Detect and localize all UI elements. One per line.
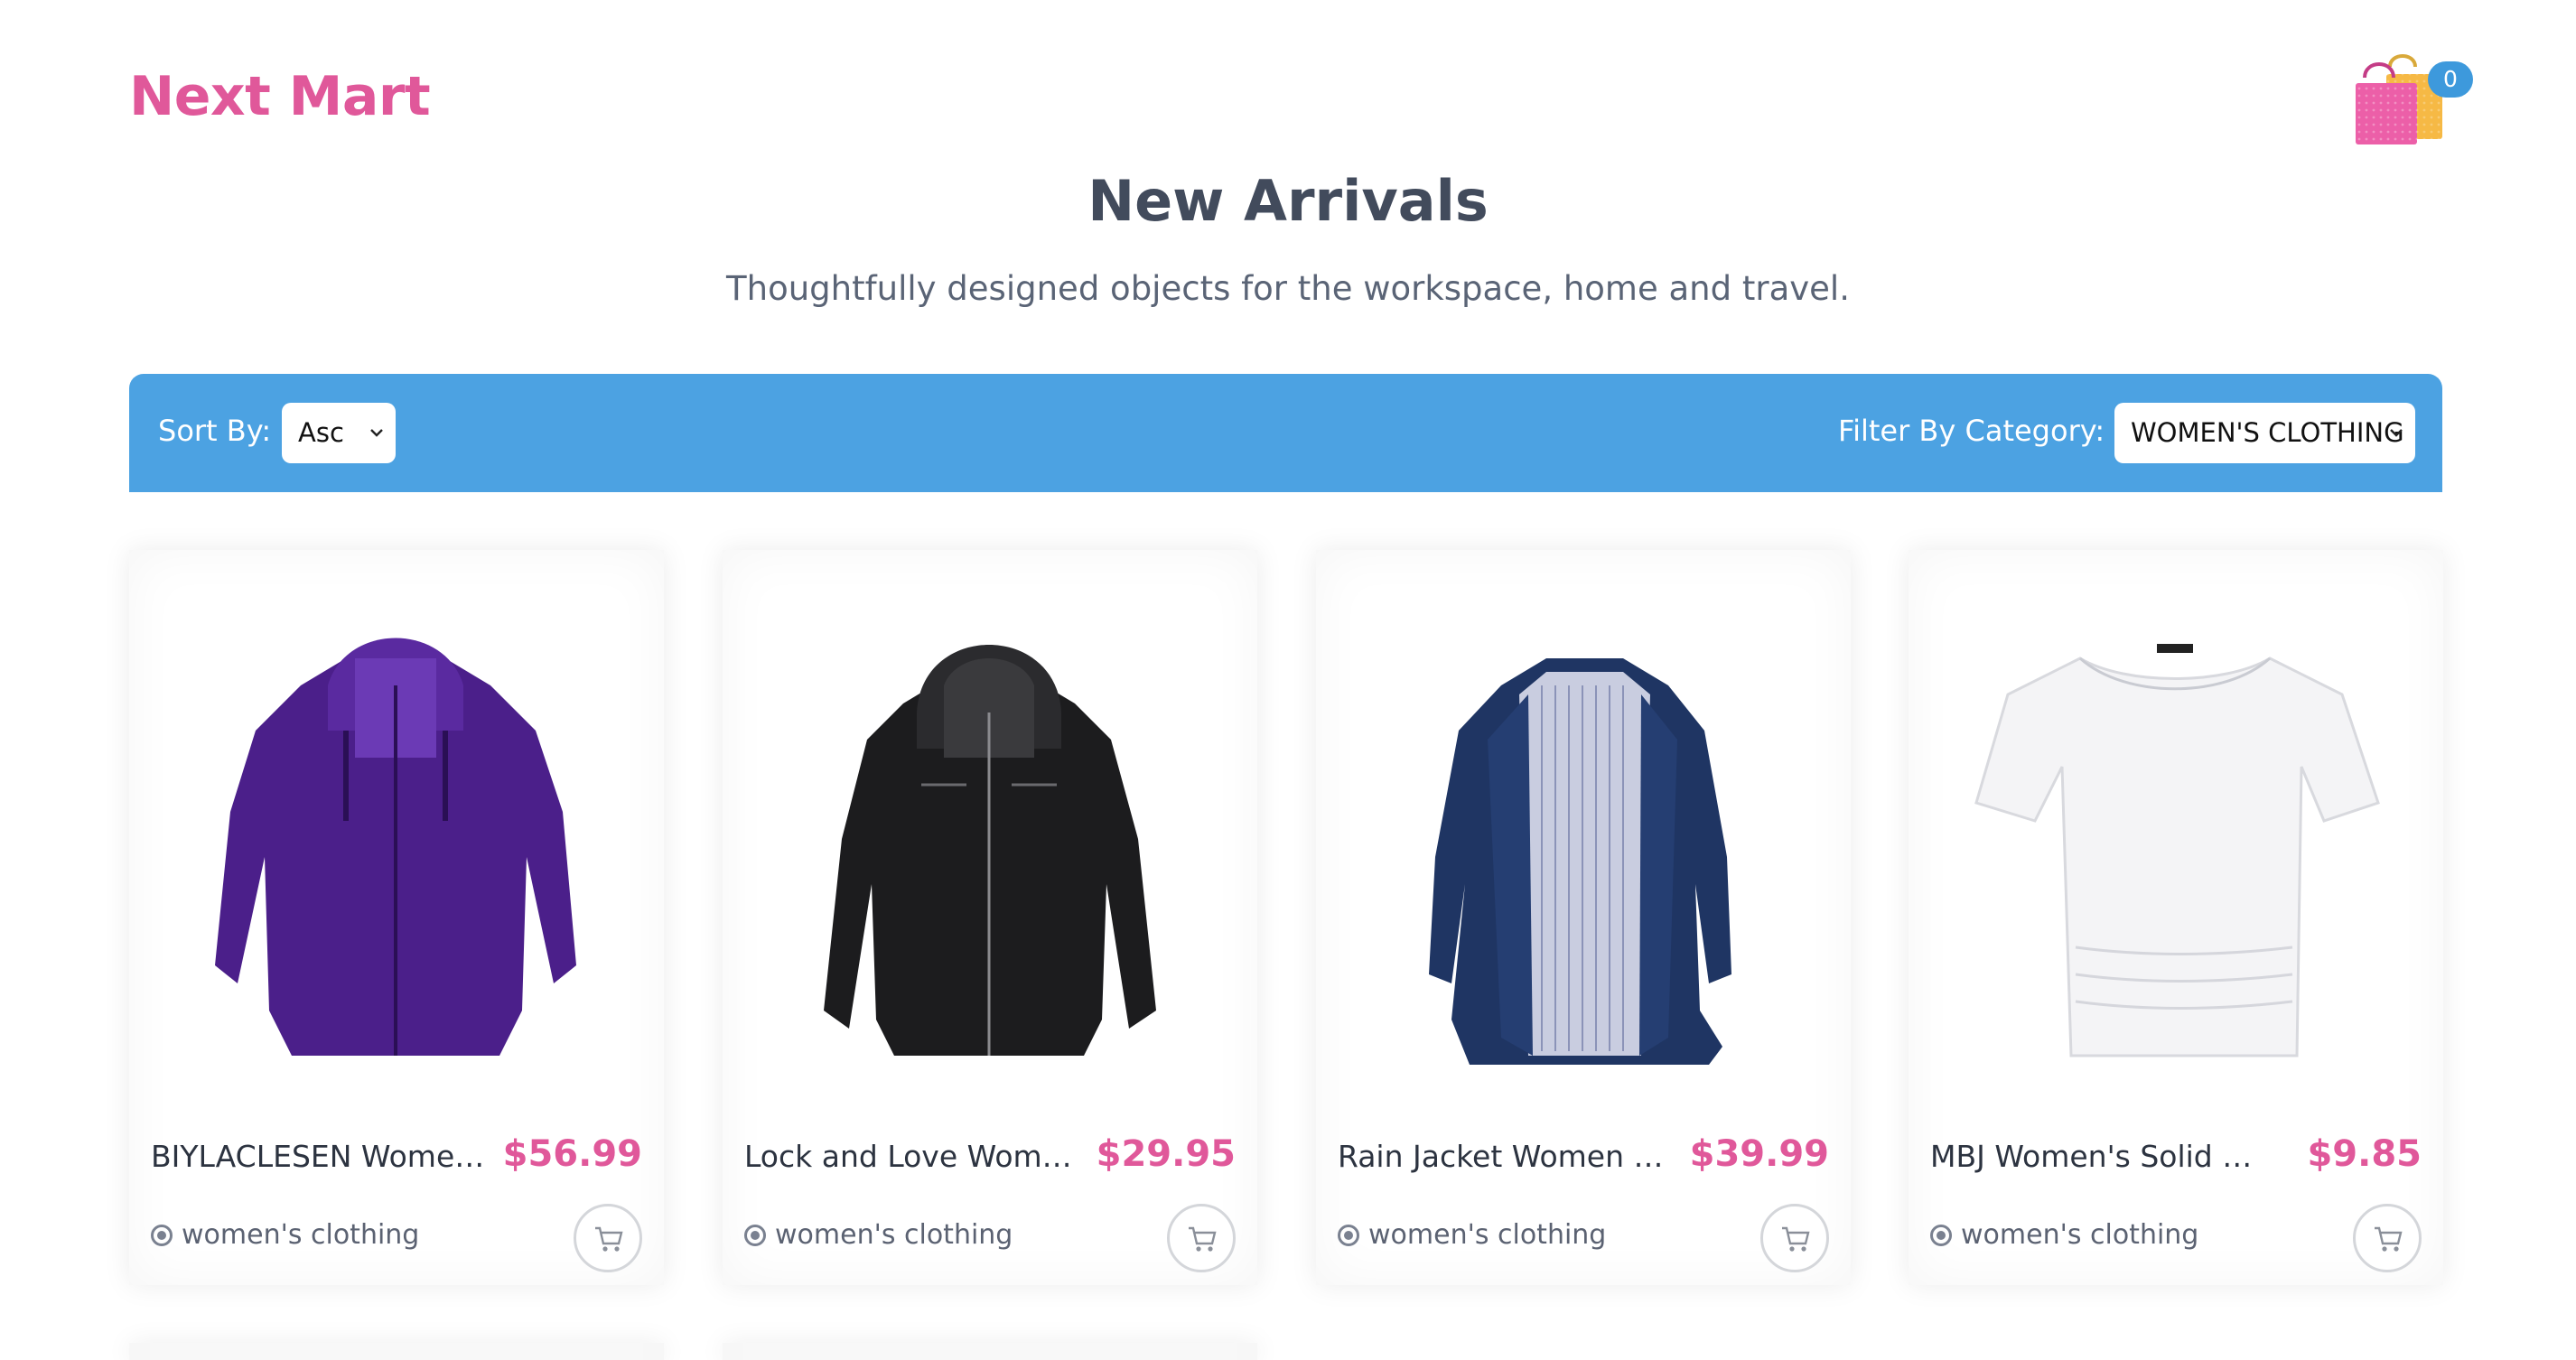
- product-image: [1974, 644, 2380, 1057]
- product-title[interactable]: MBJ Women's Solid Sh...: [1930, 1139, 2264, 1174]
- cart-icon: [595, 1226, 623, 1252]
- sort-select[interactable]: Asc: [282, 403, 396, 463]
- product-title[interactable]: BIYLACLESEN Women's ...: [151, 1139, 485, 1174]
- product-card[interactable]: Rain Jacket Women Wi... $39.99 women's c…: [1316, 550, 1851, 1285]
- cart-count-badge: 0: [2428, 61, 2473, 98]
- radio-dot-icon: [1930, 1225, 1952, 1246]
- product-title[interactable]: Lock and Love Women'...: [744, 1139, 1078, 1174]
- product-image: [215, 638, 576, 1056]
- product-price: $39.99: [1689, 1133, 1829, 1175]
- product-card[interactable]: [129, 1343, 664, 1360]
- product-price: $9.85: [2307, 1133, 2422, 1175]
- cart-icon: [1782, 1226, 1810, 1252]
- product-category: women's clothing: [1930, 1219, 2198, 1251]
- radio-dot-icon: [1338, 1225, 1359, 1246]
- cart-icon: [2375, 1226, 2403, 1252]
- chevron-down-icon: [370, 429, 383, 437]
- product-price: $56.99: [502, 1133, 642, 1175]
- product-image: [824, 645, 1156, 1056]
- chevron-down-icon: [2390, 429, 2403, 437]
- product-card[interactable]: Lock and Love Women'... $29.95 women's c…: [723, 550, 1257, 1285]
- category-select[interactable]: WOMEN'S CLOTHING: [2114, 403, 2415, 463]
- radio-dot-icon: [151, 1225, 173, 1246]
- product-card[interactable]: [723, 1343, 1257, 1360]
- product-category-label: women's clothing: [1961, 1219, 2199, 1251]
- product-image: [1429, 658, 1731, 1065]
- add-to-cart-button[interactable]: [2353, 1204, 2422, 1272]
- cart-button[interactable]: 0: [2350, 51, 2473, 144]
- product-category: women's clothing: [744, 1219, 1013, 1251]
- brand-logo[interactable]: Next Mart: [129, 65, 431, 128]
- product-card[interactable]: BIYLACLESEN Women's ... $56.99 women's c…: [129, 550, 664, 1285]
- filter-toolbar: Sort By: Asc Filter By Category: WOMEN'S…: [129, 374, 2442, 492]
- product-category-label: women's clothing: [1368, 1219, 1607, 1251]
- add-to-cart-button[interactable]: [1760, 1204, 1829, 1272]
- filter-label: Filter By Category:: [1838, 414, 2105, 448]
- cart-icon: [1189, 1226, 1217, 1252]
- product-category-label: women's clothing: [182, 1219, 420, 1251]
- product-title[interactable]: Rain Jacket Women Wi...: [1338, 1139, 1672, 1174]
- product-category-label: women's clothing: [775, 1219, 1013, 1251]
- add-to-cart-button[interactable]: [574, 1204, 642, 1272]
- product-category: women's clothing: [1338, 1219, 1606, 1251]
- product-category: women's clothing: [151, 1219, 419, 1251]
- sort-label: Sort By:: [158, 414, 272, 448]
- add-to-cart-button[interactable]: [1167, 1204, 1236, 1272]
- sort-select-value: Asc: [298, 417, 344, 448]
- product-price: $29.95: [1096, 1133, 1236, 1175]
- product-card[interactable]: MBJ Women's Solid Sh... $9.85 women's cl…: [1909, 550, 2443, 1285]
- page: Next Mart 0 New Arrivals Thoughtfully de…: [0, 0, 2576, 1360]
- category-select-value: WOMEN'S CLOTHING: [2131, 417, 2404, 448]
- page-title: New Arrivals: [1087, 168, 1489, 234]
- page-subtitle: Thoughtfully designed objects for the wo…: [726, 269, 1850, 308]
- radio-dot-icon: [744, 1225, 766, 1246]
